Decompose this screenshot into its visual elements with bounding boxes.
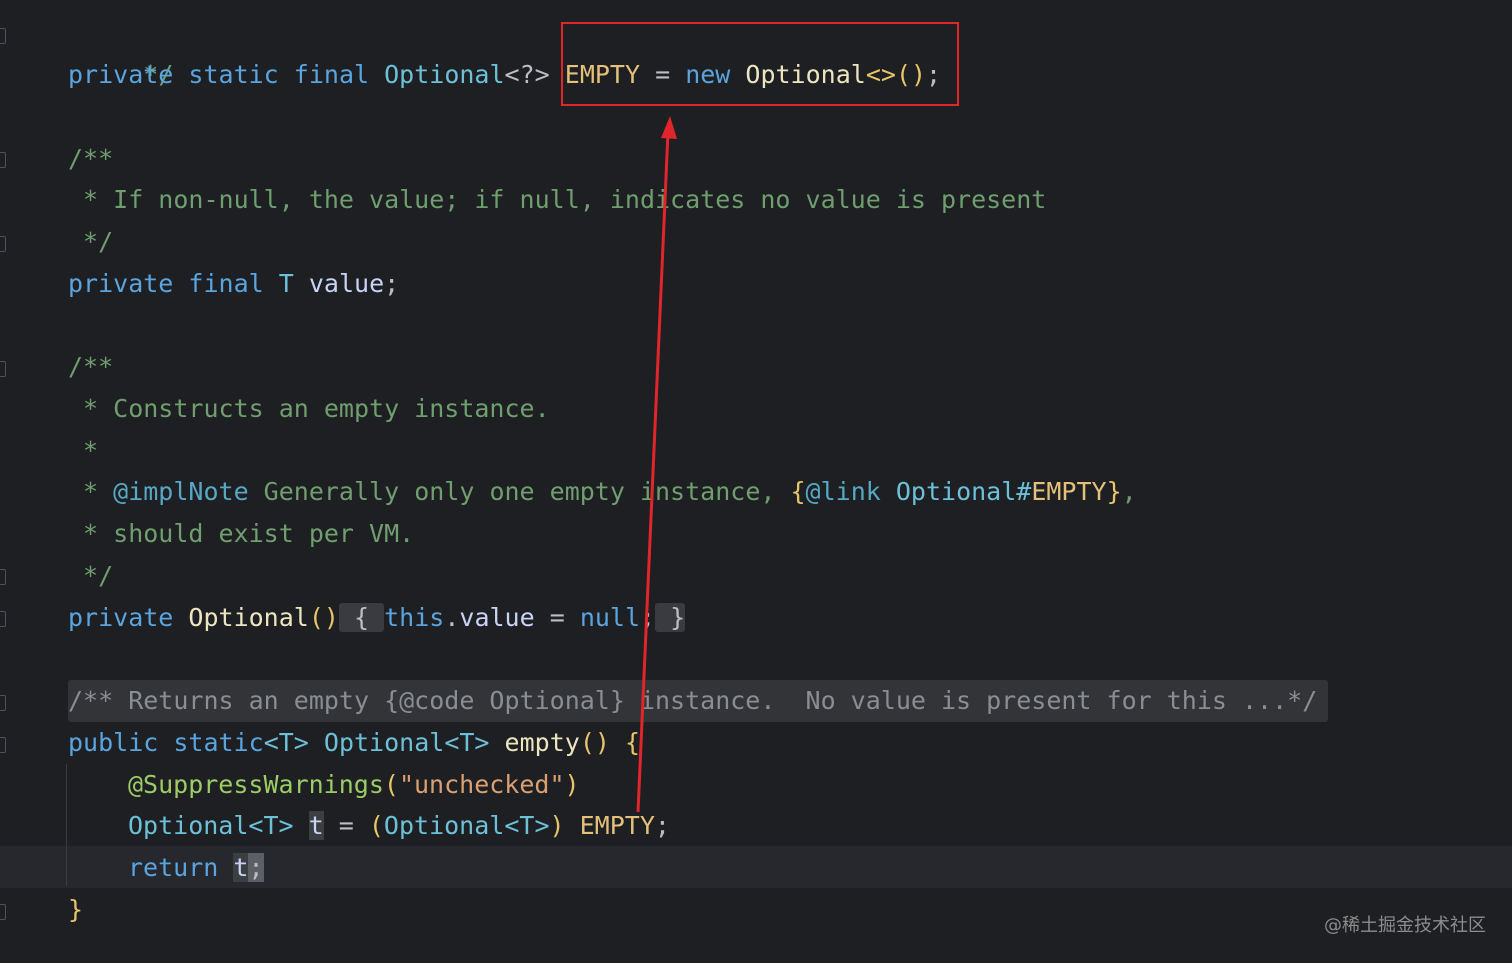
caret-position: ; bbox=[248, 853, 264, 882]
comment-text: /** bbox=[68, 144, 114, 173]
generic: <T> bbox=[444, 728, 490, 757]
highlight-box bbox=[561, 22, 959, 106]
generic: <T> bbox=[248, 811, 294, 840]
comment-text: /** bbox=[68, 352, 114, 381]
fold-marker-icon[interactable] bbox=[0, 361, 6, 377]
constructor: Optional bbox=[188, 603, 309, 632]
code-line-method-signature[interactable]: public static<T> Optional<T> empty() { bbox=[68, 722, 640, 764]
parens: () bbox=[308, 603, 339, 632]
link-ref: Optional# bbox=[880, 477, 1032, 506]
fold-marker-icon[interactable] bbox=[0, 611, 6, 627]
folded-comment[interactable]: /** Returns an empty {@code Optional} in… bbox=[68, 680, 1317, 722]
keyword: private bbox=[68, 603, 174, 632]
comment-text: * bbox=[68, 477, 114, 506]
fold-marker-icon[interactable] bbox=[0, 695, 6, 711]
keyword: final bbox=[188, 269, 264, 298]
fold-marker-icon[interactable] bbox=[0, 904, 6, 920]
code-line-constructor[interactable]: private Optional() { this.value = null; … bbox=[68, 597, 686, 639]
paren: ( bbox=[368, 811, 384, 840]
comment-text: , bbox=[1121, 477, 1137, 506]
semicolon: ; bbox=[640, 603, 656, 632]
comment-text: * bbox=[68, 436, 99, 465]
field-name: value bbox=[308, 269, 385, 298]
comment-text: */ bbox=[68, 561, 114, 590]
code-line-return[interactable]: return t; bbox=[128, 847, 264, 889]
fold-marker-icon[interactable] bbox=[0, 152, 6, 168]
method-name: empty bbox=[504, 728, 580, 757]
code-line[interactable]: /** bbox=[68, 346, 113, 388]
code-line[interactable]: * Constructs an empty instance. bbox=[68, 388, 550, 430]
type-param: T bbox=[278, 269, 294, 298]
fold-marker-icon[interactable] bbox=[0, 236, 6, 252]
comment-text: * If non-null, the value; if null, indic… bbox=[68, 185, 1047, 214]
generic: <T> bbox=[263, 728, 309, 757]
code-line[interactable]: * If non-null, the value; if null, indic… bbox=[68, 179, 1046, 221]
type-name: Optional bbox=[384, 60, 505, 89]
generic: <?> bbox=[504, 60, 550, 89]
javadoc-tag: @link bbox=[805, 477, 881, 506]
paren: ) bbox=[564, 770, 580, 799]
constant-name: EMPTY bbox=[579, 811, 655, 840]
field-name: value bbox=[459, 603, 535, 632]
string-literal: "unchecked" bbox=[398, 770, 565, 799]
operator: = bbox=[534, 603, 580, 632]
keyword: this bbox=[384, 603, 445, 632]
code-line[interactable]: */ bbox=[68, 12, 173, 89]
folded-brace[interactable]: { bbox=[338, 603, 385, 632]
semicolon: ; bbox=[654, 811, 670, 840]
code-editor[interactable]: */ private static final Optional<?> EMPT… bbox=[0, 0, 1512, 963]
local-variable: t bbox=[233, 853, 249, 882]
code-line[interactable]: * @implNote Generally only one empty ins… bbox=[68, 471, 1137, 513]
comment-text: /** Returns an empty {@code Optional} in… bbox=[68, 686, 1318, 715]
keyword: private bbox=[68, 60, 174, 89]
fold-marker-icon[interactable] bbox=[0, 569, 6, 585]
fold-marker-icon[interactable] bbox=[0, 737, 6, 753]
annotation: @SuppressWarnings bbox=[128, 770, 384, 799]
comment-text: * Constructs an empty instance. bbox=[68, 394, 550, 423]
paren: ) bbox=[549, 811, 565, 840]
folded-brace[interactable]: } bbox=[655, 603, 686, 632]
keyword: return bbox=[128, 853, 219, 882]
generic: <T> bbox=[504, 811, 550, 840]
code-line-cast[interactable]: Optional<T> t = (Optional<T>) EMPTY; bbox=[128, 805, 670, 847]
brace: { bbox=[609, 728, 641, 757]
keyword: static bbox=[173, 728, 264, 757]
comment-text: */ bbox=[68, 227, 114, 256]
paren: ( bbox=[383, 770, 399, 799]
type-name: Optional bbox=[383, 811, 505, 840]
javadoc-tag: @implNote bbox=[113, 477, 249, 506]
parens: () bbox=[579, 728, 610, 757]
code-line[interactable]: * bbox=[68, 430, 98, 472]
code-line[interactable]: /** bbox=[68, 138, 113, 180]
brace: } bbox=[1106, 477, 1122, 506]
local-variable: t bbox=[308, 811, 324, 840]
type-name: Optional bbox=[323, 728, 445, 757]
comment-text: Generally only one empty instance, bbox=[248, 477, 791, 506]
keyword: static bbox=[188, 60, 279, 89]
link-field: EMPTY bbox=[1031, 477, 1107, 506]
type-name: Optional bbox=[128, 811, 249, 840]
watermark: @稀土掘金技术社区 bbox=[1324, 915, 1486, 936]
operator: = bbox=[323, 811, 369, 840]
code-line[interactable]: } bbox=[68, 889, 83, 931]
keyword: private bbox=[68, 269, 174, 298]
brace: } bbox=[68, 895, 84, 924]
code-line-annotation[interactable]: @SuppressWarnings("unchecked") bbox=[128, 764, 580, 806]
fold-marker-icon[interactable] bbox=[0, 28, 6, 44]
semicolon: ; bbox=[384, 269, 400, 298]
dot: . bbox=[444, 603, 460, 632]
keyword: final bbox=[293, 60, 370, 89]
code-line-value-field[interactable]: private final T value; bbox=[68, 263, 399, 305]
brace: { bbox=[790, 477, 806, 506]
code-line[interactable]: */ bbox=[68, 221, 113, 263]
comment-text: * should exist per VM. bbox=[68, 519, 415, 548]
code-line[interactable]: * should exist per VM. bbox=[68, 513, 414, 555]
code-line[interactable]: */ bbox=[68, 555, 113, 597]
keyword: null bbox=[579, 603, 641, 632]
indent-guide bbox=[66, 764, 67, 886]
keyword: public bbox=[68, 728, 159, 757]
